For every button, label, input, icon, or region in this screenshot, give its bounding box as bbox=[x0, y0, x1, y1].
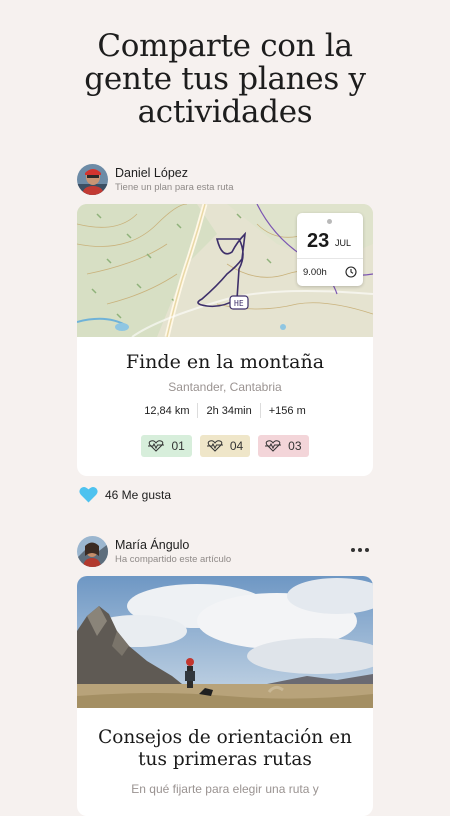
post-header[interactable]: Daniel López Tiene un plan para esta rut… bbox=[77, 164, 233, 195]
article-title-line: Consejos de orientación en bbox=[98, 727, 352, 748]
article-photo[interactable] bbox=[77, 576, 373, 708]
plan-location: Santander, Cantabria bbox=[168, 380, 282, 394]
heart-pulse-icon bbox=[148, 440, 165, 452]
date-card: 23 JUL 9.00h bbox=[297, 213, 363, 286]
avatar[interactable] bbox=[77, 536, 108, 567]
badge-value: 03 bbox=[288, 439, 302, 453]
stat-distance: 12,84 km bbox=[144, 404, 190, 417]
stat-elevation: +156 m bbox=[268, 404, 306, 417]
more-options-icon[interactable] bbox=[351, 548, 369, 552]
article-title-line: tus primeras rutas bbox=[138, 749, 312, 770]
article-card[interactable]: Consejos de orientación en tus primeras … bbox=[77, 576, 373, 816]
route-map[interactable]: HE 23 JUL 9.00h bbox=[77, 204, 373, 338]
badge-value: 04 bbox=[229, 439, 244, 453]
badge-moderate: 04 bbox=[199, 435, 251, 457]
author-subtitle: Ha compartido este artículo bbox=[115, 553, 232, 565]
headline-line: gente tus planes y bbox=[84, 61, 366, 97]
author-subtitle: Tiene un plan para esta ruta bbox=[115, 181, 234, 193]
heart-pulse-icon bbox=[206, 440, 223, 452]
avatar[interactable] bbox=[77, 164, 108, 195]
headline-line: Comparte con la bbox=[97, 28, 353, 64]
badge-value: 01 bbox=[171, 439, 185, 453]
plan-card[interactable]: HE 23 JUL 9.00h Finde en la montaña Sant… bbox=[77, 204, 373, 476]
post-header[interactable]: María Ángulo Ha compartido este artículo bbox=[77, 536, 231, 567]
stat-duration: 2h 34min bbox=[206, 404, 252, 417]
badge-easy: 01 bbox=[141, 435, 192, 457]
badge-hard: 03 bbox=[258, 435, 309, 457]
date-day: 23 bbox=[307, 230, 330, 252]
date-time: 9.00h bbox=[303, 267, 327, 278]
likes-count: 46 Me gusta bbox=[105, 487, 172, 502]
heart-pulse-icon bbox=[265, 440, 282, 452]
author-name[interactable]: Daniel López bbox=[115, 166, 233, 181]
date-month: JUL bbox=[335, 238, 352, 248]
article-title[interactable]: Consejos de orientación en tus primeras … bbox=[77, 727, 373, 771]
author-name[interactable]: María Ángulo bbox=[115, 538, 231, 553]
headline-line: actividades bbox=[137, 94, 313, 130]
heart-icon[interactable] bbox=[79, 486, 98, 503]
article-summary: En qué fijarte para elegir una ruta y bbox=[131, 782, 319, 796]
page-headline: Comparte con la gente tus planes y activ… bbox=[0, 30, 450, 129]
plan-stats: 12,84 km 2h 34min +156 m bbox=[77, 403, 373, 418]
plan-title[interactable]: Finde en la montaña bbox=[77, 351, 373, 373]
svg-text:HE: HE bbox=[234, 299, 244, 308]
clock-icon bbox=[345, 266, 357, 278]
likes-row[interactable]: 46 Me gusta bbox=[79, 486, 171, 503]
difficulty-badges: 01 04 03 bbox=[77, 435, 373, 457]
